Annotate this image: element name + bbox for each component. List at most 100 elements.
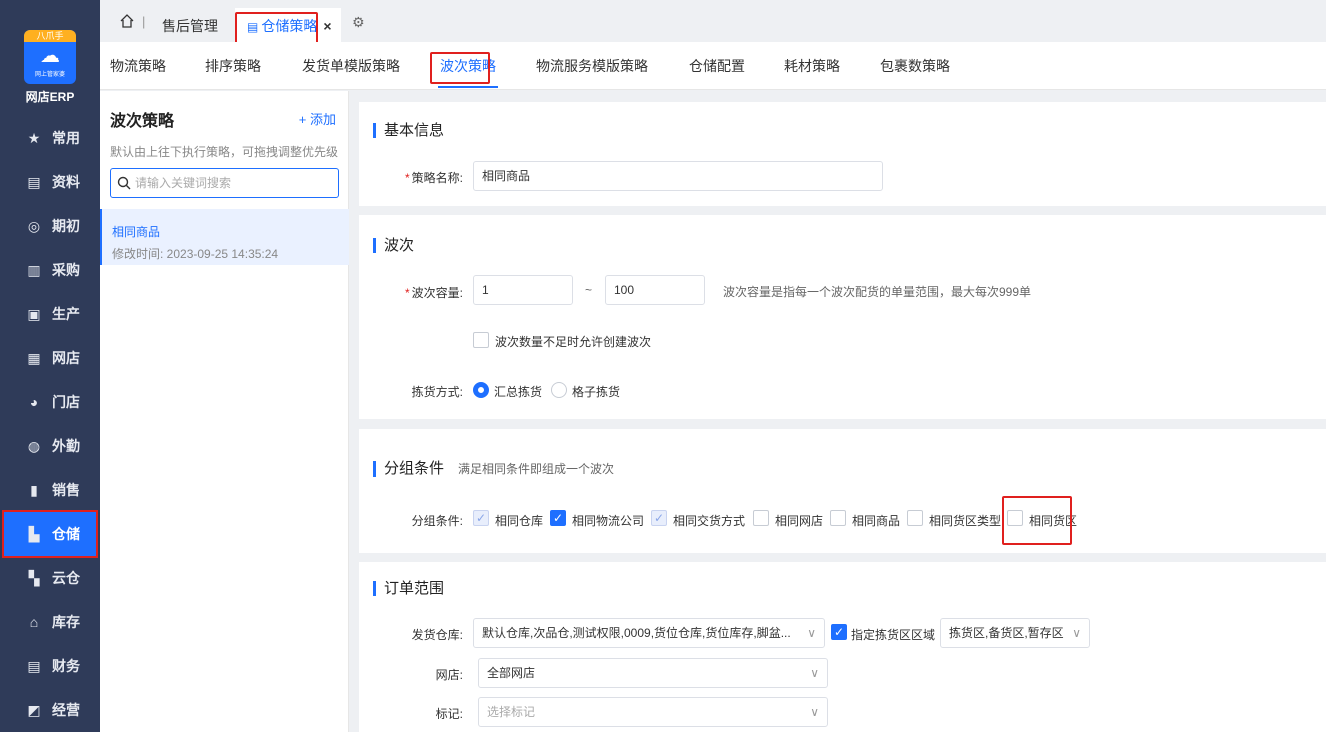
sidebar: 八爪手 ☁ 网上管家婆 网店ERP ★ 常用 ▤ 资料 ◎ 期初 ▥ 采购 ▣ 生产 ▦ 网店 ◕ 门店 ◍… [0, 0, 100, 732]
tab-aftersale[interactable]: 售后管理 [162, 16, 218, 36]
sidebar-item[interactable]: ▣ 生产 [0, 292, 100, 336]
sidebar-item[interactable]: ★ 常用 [0, 116, 100, 160]
section-title-grouping: 分组条件 满足相同条件即组成一个波次 [373, 461, 614, 477]
list-item[interactable]: 相同商品 修改时间: 2023-09-25 14:35:24 [100, 209, 349, 265]
pick-method-label: 拣货方式: [411, 385, 463, 399]
tab-warehouse-strategy-label: 仓储策略 [261, 18, 318, 34]
shop-select-value: 全部网店 [487, 666, 536, 680]
zone-checkbox-label: 指定拣货区区域 [851, 628, 936, 642]
zone-select-value: 拣货区,备货区,暂存区 [949, 626, 1064, 640]
home-icon[interactable] [120, 14, 134, 28]
wave-capacity-note: 波次容量是指每一个波次配货的单量范围，最大每次999单 [723, 285, 1032, 299]
sidebar-item[interactable]: ▥ 采购 [0, 248, 100, 292]
chevron-down-icon: ∨ [807, 626, 816, 640]
brand-name: 网店ERP [25, 90, 75, 104]
pick-summary-radio[interactable] [473, 382, 489, 398]
sidebar-item-label: 生产 [52, 306, 80, 322]
bar-chart-icon: ▮ [30, 481, 38, 498]
wave-max-field[interactable]: 100 [605, 275, 705, 305]
pick-grid-radio[interactable] [551, 382, 567, 398]
shop-label: 网店: [435, 668, 463, 682]
subtab[interactable]: 排序策略 [205, 56, 261, 76]
grouping-checkbox[interactable] [1007, 510, 1023, 526]
add-button[interactable]: + 添加 [299, 109, 336, 128]
grouping-subtitle: 满足相同条件即组成一个波次 [458, 462, 615, 476]
sidebar-item-label: 销售 [52, 482, 80, 498]
grouping-checkbox[interactable]: ✓ [550, 510, 566, 526]
sidebar-item[interactable]: ◕ 门店 [0, 380, 100, 424]
tab-warehouse-strategy[interactable]: ▤ 仓储策略 × [235, 8, 341, 42]
mark-select[interactable]: 选择标记 ∨ [478, 697, 828, 727]
strategy-name-field[interactable]: 相同商品 [473, 161, 883, 191]
sidebar-item[interactable]: ▦ 网店 [0, 336, 100, 380]
grouping-checkbox[interactable] [907, 510, 923, 526]
star-icon: ★ [27, 129, 41, 146]
section-title-wave: 波次 [373, 238, 414, 253]
sidebar-item[interactable]: ◩ 经营 [0, 688, 100, 732]
sidebar-item[interactable]: ▙ 仓储 [2, 510, 98, 558]
subtab[interactable]: 波次策略 [440, 56, 496, 76]
shop-icon: ▦ [27, 349, 41, 366]
strategy-list-panel: 波次策略 + 添加 默认由上往下执行策略，可拖拽调整优先级 相同商品 修改时间:… [100, 91, 349, 732]
sidebar-item[interactable]: ◎ 期初 [0, 204, 100, 248]
finance-icon: ▤ [27, 657, 41, 674]
sidebar-item-label: 采购 [52, 262, 80, 278]
search-icon [117, 176, 131, 190]
grouping-checkbox-label: 相同仓库 [495, 514, 544, 528]
grouping-checkbox-label: 相同交货方式 [673, 514, 746, 528]
zone-checkbox[interactable]: ✓ [831, 624, 847, 640]
search-input[interactable] [135, 176, 325, 190]
sidebar-item-label: 资料 [52, 174, 80, 190]
section-basic-info: 基本信息 * 策略名称: 相同商品 [359, 102, 1326, 206]
list-item-time: 修改时间: 2023-09-25 14:35:24 [112, 247, 279, 261]
subtab[interactable]: 发货单模版策略 [302, 56, 400, 76]
gear-icon[interactable]: ⚙ [352, 14, 365, 31]
sidebar-item[interactable]: ▮ 销售 [0, 468, 100, 512]
sidebar-item[interactable]: ▤ 财务 [0, 644, 100, 688]
panel-hint: 默认由上往下执行策略，可拖拽调整优先级 [110, 145, 339, 159]
subtab[interactable]: 耗材策略 [784, 56, 840, 76]
cloud-logo-icon: ☁ [40, 45, 60, 67]
pick-summary-label: 汇总拣货 [494, 385, 543, 399]
grouping-checkbox[interactable]: ✓ [473, 510, 489, 526]
sidebar-item-label: 门店 [52, 394, 80, 410]
panel-title: 波次策略 [110, 113, 175, 130]
subtab-active-indicator [438, 86, 498, 88]
logo-badge: 八爪手 [24, 30, 76, 42]
grouping-checkbox[interactable] [753, 510, 769, 526]
sidebar-item-label: 外勤 [52, 438, 80, 454]
chevron-down-icon: ∨ [1072, 626, 1081, 640]
compass-icon: ◍ [27, 437, 41, 454]
subtab[interactable]: 包裹数策略 [880, 56, 950, 76]
warehouse-icon: ▙ [28, 525, 40, 542]
warehouse-label: 发货仓库: [411, 628, 463, 642]
grouping-checkbox-label: 相同货区 [1029, 514, 1078, 528]
close-icon[interactable]: × [323, 18, 331, 34]
zone-select[interactable]: 拣货区,备货区,暂存区 ∨ [940, 618, 1090, 648]
subtab[interactable]: 仓储配置 [689, 56, 745, 76]
strategy-name-label: * 策略名称: [404, 171, 463, 185]
grouping-checkbox-label: 相同商品 [852, 514, 901, 528]
allow-wave-checkbox[interactable] [473, 332, 489, 348]
sidebar-item-label: 财务 [52, 658, 80, 674]
wave-min-field[interactable]: 1 [473, 275, 573, 305]
sidebar-item[interactable]: ▤ 资料 [0, 160, 100, 204]
tab-separator: | [142, 14, 146, 29]
section-wave: 波次 * 波次容量: 1 ~ 100 波次容量是指每一个波次配货的单量范围，最大每… [359, 215, 1326, 419]
grouping-checkbox[interactable] [830, 510, 846, 526]
pie-icon: ◕ [29, 394, 39, 410]
sidebar-item[interactable]: ▚ 云仓 [0, 556, 100, 600]
shop-select[interactable]: 全部网店 ∨ [478, 658, 828, 688]
sidebar-item-label: 网店 [52, 350, 80, 366]
sidebar-item[interactable]: ⌂ 库存 [0, 600, 100, 644]
main-nav: ★ 常用 ▤ 资料 ◎ 期初 ▥ 采购 ▣ 生产 ▦ 网店 ◕ 门店 ◍ 外勤 ▮ 销售 ▙ 仓储 ▚ 云仓 ⌂ 库存 ▤ 财务 ◩… [0, 116, 100, 732]
grouping-label: 分组条件: [411, 514, 463, 528]
app-logo: 八爪手 ☁ 网上管家婆 [24, 30, 76, 84]
subtab[interactable]: 物流服务模版策略 [536, 56, 648, 76]
grouping-checkbox-label: 相同物流公司 [572, 514, 645, 528]
subtab[interactable]: 物流策略 [110, 56, 166, 76]
document-icon: ▤ [27, 173, 41, 190]
sidebar-item[interactable]: ◍ 外勤 [0, 424, 100, 468]
grouping-checkbox[interactable]: ✓ [651, 510, 667, 526]
warehouse-select[interactable]: 默认仓库,次品仓,测试权限,0009,货位仓库,货位库存,脚盆... ∨ [473, 618, 825, 648]
